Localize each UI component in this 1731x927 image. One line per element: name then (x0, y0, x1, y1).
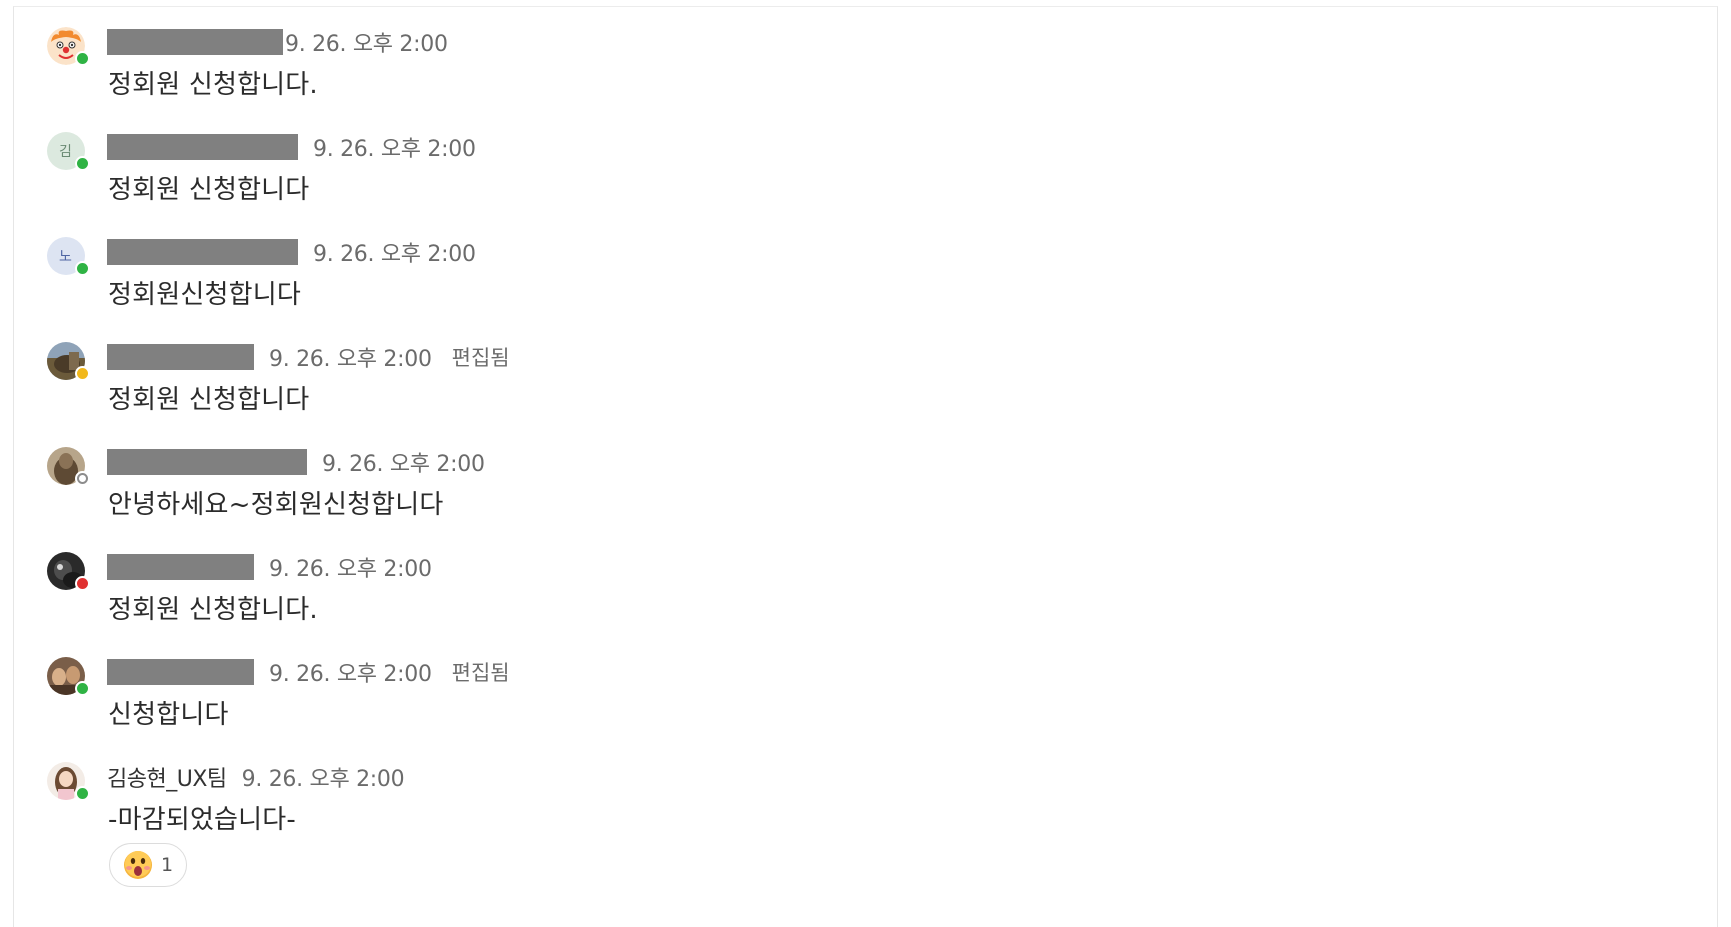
redacted-sender-name (107, 29, 283, 55)
chat-message: 노 9. 26. 오후 2:00 정회원신청합니다 (14, 217, 1714, 312)
message-header: 9. 26. 오후 2:00 (107, 448, 485, 477)
message-text: 안녕하세요~정회원신청합니다 (108, 490, 444, 520)
redacted-sender-name (107, 134, 298, 160)
message-header: 9. 26. 오후 2:00 편집됨 (107, 658, 510, 687)
message-timestamp: 9. 26. 오후 2:00 (269, 662, 432, 687)
message-text: 정회원 신청합니다. (108, 595, 318, 625)
message-text: 정회원 신청합니다 (108, 175, 310, 205)
redacted-sender-name (107, 554, 254, 580)
message-header: 9. 26. 오후 2:00 편집됨 (107, 343, 510, 372)
redacted-sender-name (107, 659, 254, 685)
message-text: 정회원 신청합니다 (108, 385, 310, 415)
redacted-sender-name (107, 239, 298, 265)
message-text: -마감되었습니다- (108, 805, 297, 835)
message-timestamp: 9. 26. 오후 2:00 (322, 452, 485, 477)
message-header: 김송현_UX팀 9. 26. 오후 2:00 (107, 761, 405, 793)
status-online-icon (75, 681, 90, 696)
chat-message: 9. 26. 오후 2:00 편집됨 신청합니다 (14, 637, 1714, 732)
message-text: 정회원신청합니다 (108, 280, 301, 310)
message-text: 정회원 신청합니다. (108, 70, 318, 100)
status-online-icon (75, 786, 90, 801)
message-header: 9. 26. 오후 2:00 (107, 553, 432, 582)
message-timestamp: 9. 26. 오후 2:00 (241, 767, 405, 792)
message-timestamp: 9. 26. 오후 2:00 (285, 32, 448, 57)
avatar-initial: 김 (59, 144, 72, 160)
edited-label: 편집됨 (451, 661, 510, 685)
chat-message: 김송현_UX팀 9. 26. 오후 2:00 -마감되었습니다- (14, 742, 1714, 837)
status-offline-icon (75, 471, 90, 486)
redacted-sender-name (107, 449, 307, 475)
message-header: 9. 26. 오후 2:00 (107, 133, 476, 162)
chat-message: 9. 26. 오후 2:00 안녕하세요~정회원신청합니다 (14, 427, 1714, 522)
chat-message-list: 9. 26. 오후 2:00 정회원 신청합니다. 김 9. 26. 오후 2:… (13, 6, 1718, 927)
chat-message: 9. 26. 오후 2:00 정회원 신청합니다. (14, 7, 1714, 102)
sender-name[interactable]: 김송현_UX팀 (107, 761, 227, 793)
message-timestamp: 9. 26. 오후 2:00 (313, 137, 476, 162)
status-away-icon (75, 366, 90, 381)
message-timestamp: 9. 26. 오후 2:00 (269, 557, 432, 582)
chat-message: 김 9. 26. 오후 2:00 정회원 신청합니다 (14, 112, 1714, 207)
message-text: 신청합니다 (108, 700, 229, 730)
message-timestamp: 9. 26. 오후 2:00 (313, 242, 476, 267)
shocked-face-emoji-icon (123, 851, 152, 879)
status-online-icon (75, 51, 90, 66)
status-online-icon (75, 156, 90, 171)
reaction-count: 1 (160, 854, 174, 876)
status-online-icon (75, 261, 90, 276)
avatar-initial: 노 (59, 249, 72, 265)
message-header: 9. 26. 오후 2:00 (107, 28, 448, 57)
chat-message: 9. 26. 오후 2:00 편집됨 정회원 신청합니다 (14, 322, 1714, 417)
reaction-button[interactable]: 1 (109, 843, 187, 887)
redacted-sender-name (107, 344, 254, 370)
edited-label: 편집됨 (451, 346, 510, 370)
message-header: 9. 26. 오후 2:00 (107, 238, 476, 267)
chat-message: 9. 26. 오후 2:00 정회원 신청합니다. (14, 532, 1714, 627)
message-timestamp: 9. 26. 오후 2:00 (269, 347, 432, 372)
status-busy-icon (75, 576, 90, 591)
